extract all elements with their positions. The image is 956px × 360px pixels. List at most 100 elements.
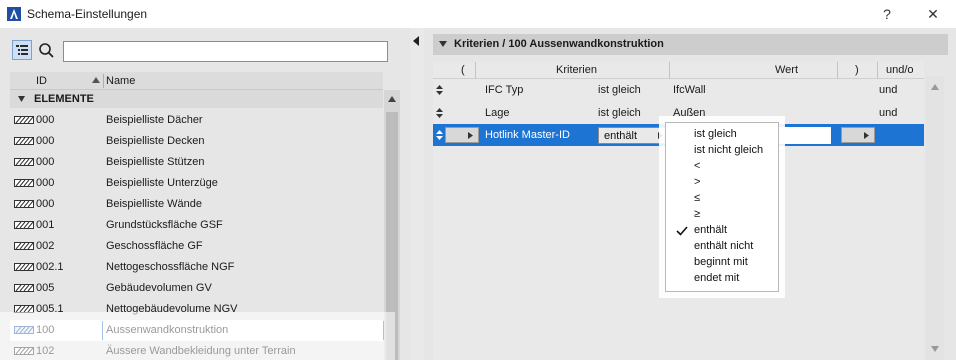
dropdown-arrow-icon	[658, 132, 663, 139]
list-item[interactable]: 000 Beispielliste Stützen	[10, 152, 383, 173]
operator-select[interactable]: enthält	[598, 127, 668, 144]
criteria-scrollbar[interactable]	[926, 76, 944, 360]
item-name: Grundstücksfläche GSF	[106, 219, 223, 231]
window-title: Schema-Einstellungen	[27, 7, 148, 21]
dropdown-item[interactable]: ist nicht gleich	[694, 144, 763, 156]
column-divider[interactable]	[475, 62, 476, 79]
item-id: 000	[36, 177, 55, 189]
close-paren-select[interactable]	[841, 127, 875, 143]
wall-hatch-icon	[14, 305, 34, 313]
column-divider[interactable]	[877, 62, 878, 79]
column-divider[interactable]	[837, 62, 838, 79]
item-name: Gebäudevolumen GV	[106, 282, 212, 294]
collapse-triangle-icon[interactable]	[18, 96, 25, 102]
column-divider[interactable]	[669, 62, 670, 79]
item-name: Beispielliste Unterzüge	[106, 177, 218, 189]
criterion-value[interactable]: IfcWall	[673, 84, 706, 96]
wall-hatch-icon	[14, 137, 34, 145]
scroll-up-icon[interactable]	[931, 84, 939, 90]
dropdown-item[interactable]: ≤	[694, 192, 700, 204]
item-name: Äussere Wandbekleidung unter Terrain	[106, 345, 296, 357]
criterion-value[interactable]: Außen	[673, 107, 705, 119]
list-item[interactable]: 002 Geschossfläche GF	[10, 236, 383, 257]
dropdown-item[interactable]: ist gleich	[694, 128, 737, 140]
criterion-andor[interactable]: und	[879, 107, 897, 119]
column-id-header[interactable]: ID	[36, 75, 47, 87]
wall-hatch-icon	[14, 200, 34, 208]
item-name: Beispielliste Decken	[106, 135, 205, 147]
list-item[interactable]: 000 Beispielliste Unterzüge	[10, 173, 383, 194]
criterion-operator[interactable]: ist gleich	[598, 84, 641, 96]
wall-hatch-icon	[14, 347, 34, 355]
list-item[interactable]: 000 Beispielliste Dächer	[10, 110, 383, 131]
dropdown-item[interactable]: <	[694, 160, 700, 172]
list-item[interactable]: 005 Gebäudevolumen GV	[10, 278, 383, 299]
wall-hatch-icon	[14, 284, 34, 292]
search-input[interactable]	[63, 41, 388, 62]
collapse-panel-icon[interactable]	[412, 36, 420, 46]
schema-list: 000 Beispielliste Dächer 000 Beispiellis…	[10, 110, 385, 360]
item-id: 002.1	[36, 261, 64, 273]
scroll-down-icon[interactable]	[931, 346, 939, 352]
item-id: 000	[36, 135, 55, 147]
list-scrollbar[interactable]	[384, 90, 400, 360]
scrollbar-thumb[interactable]	[386, 112, 398, 360]
criterion-name[interactable]: IFC Typ	[485, 84, 523, 96]
list-item-selected[interactable]: 100 Aussenwandkonstruktion	[10, 320, 385, 341]
tree-view-toggle-button[interactable]	[12, 40, 32, 60]
list-item[interactable]: 005.1 Nettogebäudevolume NGV	[10, 299, 383, 320]
column-value: Wert	[775, 64, 799, 76]
list-item[interactable]: 000 Beispielliste Wände	[10, 194, 383, 215]
dropdown-item[interactable]: beginnt mit	[694, 256, 748, 268]
item-name: Aussenwandkonstruktion	[106, 324, 229, 336]
item-id: 005	[36, 282, 55, 294]
scroll-up-icon[interactable]	[388, 96, 396, 102]
criteria-section-header[interactable]: Kriterien / 100 Aussenwandkonstruktion	[433, 34, 948, 55]
wall-hatch-icon	[14, 179, 34, 187]
dropdown-item-selected[interactable]: enthält	[694, 224, 727, 236]
criterion-operator[interactable]: ist gleich	[598, 107, 641, 119]
list-tree-icon	[16, 45, 28, 55]
checkmark-icon	[676, 226, 688, 236]
sort-ascending-icon[interactable]	[92, 76, 100, 84]
dropdown-item[interactable]: enthält nicht	[694, 240, 753, 252]
criterion-name[interactable]: Lage	[485, 107, 509, 119]
criteria-row[interactable]: Lage ist gleich Außen und	[433, 102, 924, 124]
wall-hatch-icon	[14, 326, 34, 334]
operator-selected-value: enthält	[604, 130, 638, 142]
list-item[interactable]: 002.1 Nettogeschossfläche NGF	[10, 257, 383, 278]
dropdown-item[interactable]: endet mit	[694, 272, 739, 284]
drag-handle-icon[interactable]	[436, 85, 443, 95]
item-id: 100	[36, 324, 55, 336]
column-open-paren: (	[461, 64, 465, 76]
list-item[interactable]: 001 Grundstücksfläche GSF	[10, 215, 383, 236]
item-id: 005.1	[36, 303, 64, 315]
drag-handle-icon[interactable]	[436, 108, 443, 118]
list-toolbar	[0, 38, 410, 62]
search-icon[interactable]	[38, 42, 56, 60]
column-name-header[interactable]: Name	[106, 75, 135, 87]
criteria-row[interactable]: IFC Typ ist gleich IfcWall und	[433, 79, 924, 101]
dropdown-item[interactable]: ≥	[694, 208, 700, 220]
item-id: 001	[36, 219, 55, 231]
dropdown-arrow-icon	[468, 132, 473, 139]
open-paren-select[interactable]	[445, 127, 479, 143]
item-name: Geschossfläche GF	[106, 240, 203, 252]
criterion-andor[interactable]: und	[879, 84, 897, 96]
dropdown-item[interactable]: >	[694, 176, 700, 188]
group-header-elemente[interactable]: ELEMENTE	[10, 90, 383, 108]
wall-hatch-icon	[14, 116, 34, 124]
wall-hatch-icon	[14, 158, 34, 166]
column-divider[interactable]	[103, 74, 104, 88]
criterion-name[interactable]: Hotlink Master-ID	[485, 129, 570, 141]
help-button[interactable]: ?	[864, 0, 910, 28]
collapse-triangle-icon[interactable]	[439, 41, 447, 47]
item-name: Nettogeschossfläche NGF	[106, 261, 235, 273]
item-id: 000	[36, 156, 55, 168]
operator-dropdown-menu: ist gleich ist nicht gleich < > ≤ ≥ enth…	[665, 122, 779, 292]
list-item[interactable]: 000 Beispielliste Decken	[10, 131, 383, 152]
column-andor: und/o	[886, 64, 914, 76]
list-item[interactable]: 102 Äussere Wandbekleidung unter Terrain	[10, 341, 383, 360]
drag-handle-icon[interactable]	[436, 130, 443, 140]
close-button[interactable]: ✕	[910, 0, 956, 28]
